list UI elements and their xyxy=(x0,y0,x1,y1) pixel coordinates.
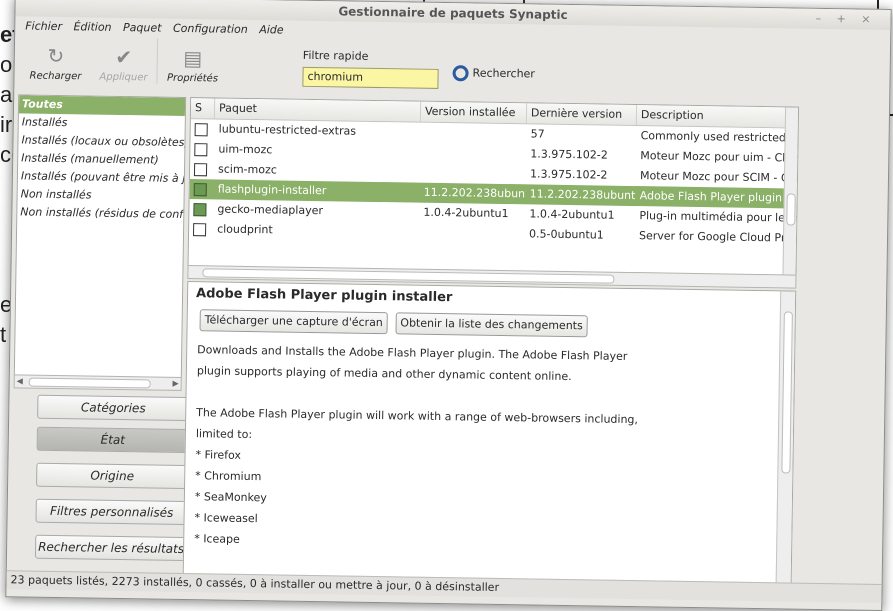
installed-version-cell xyxy=(420,163,526,185)
bg-text: t xyxy=(0,322,7,347)
package-status-checkbox[interactable] xyxy=(193,202,207,216)
description-cell: Server for Google Cloud Print xyxy=(638,229,797,245)
search-icon xyxy=(452,65,469,82)
properties-button[interactable]: ▤ Propriétés xyxy=(156,38,229,85)
status-cell xyxy=(190,139,214,159)
origin-button[interactable]: Origine xyxy=(36,462,189,490)
installed-version-cell: 11.2.202.238ubuntu xyxy=(423,185,526,201)
latest-version-cell: 57 xyxy=(530,127,545,141)
description-cell: Moteur Mozc pour SCIM - Client xyxy=(639,169,798,185)
filter-list-scrollbar[interactable]: ◀ ▶ xyxy=(13,374,182,391)
package-name-cell: cloudprint xyxy=(217,222,273,237)
scroll-left-icon[interactable]: ◀ xyxy=(17,375,23,387)
state-button[interactable]: État xyxy=(36,426,189,454)
package-status-checkbox[interactable] xyxy=(194,122,208,136)
search-label: Rechercher xyxy=(472,66,535,81)
description-cell: Adobe Flash Player plugin installer xyxy=(639,189,797,205)
status-cell xyxy=(190,159,214,179)
package-table-scrollbar[interactable] xyxy=(782,107,799,276)
installed-version-cell: 1.0.4-2ubuntu1 xyxy=(423,205,509,221)
quick-filter-label: Filtre rapide xyxy=(302,48,369,63)
installed-version-cell xyxy=(419,223,525,245)
get-changelog-button[interactable]: Obtenir la liste des changements xyxy=(395,312,588,338)
checkmark-icon: ✔ xyxy=(115,44,133,70)
description-cell: Commonly used restricted packages xyxy=(640,129,798,145)
description-cell: Plug-in multimédia pour les navigateurs xyxy=(639,209,796,225)
properties-icon: ▤ xyxy=(183,45,203,71)
latest-version-cell: 1.3.975.102-2 xyxy=(529,167,608,182)
package-status-checkbox[interactable] xyxy=(194,142,208,156)
status-cell xyxy=(190,179,214,199)
column-header-latest-version[interactable]: Dernière version xyxy=(526,103,638,126)
filter-list: Toutes Installés Installés (locaux ou ob… xyxy=(13,94,187,379)
reload-button[interactable]: ↻ Recharger xyxy=(20,36,91,83)
installed-version-cell xyxy=(420,143,526,165)
status-cell xyxy=(189,199,213,219)
search-results-button[interactable]: Rechercher les résultats xyxy=(34,534,188,562)
description-cell: Moteur Mozc pour uim - Client xyxy=(640,149,798,165)
installed-version-cell xyxy=(421,123,527,145)
package-status-checkbox[interactable] xyxy=(193,222,207,236)
status-cell xyxy=(191,119,215,139)
menu-configuration[interactable]: Configuration xyxy=(173,22,248,36)
get-screenshot-button[interactable]: Télécharger une capture d'écran xyxy=(199,309,389,335)
column-header-installed-version[interactable]: Version installée xyxy=(420,101,528,124)
column-header-description[interactable]: Description xyxy=(636,105,799,128)
package-status-checkbox[interactable] xyxy=(193,162,208,176)
details-title: Adobe Flash Player plugin installer xyxy=(195,286,453,306)
custom-filters-button[interactable]: Filtres personnalisés xyxy=(35,498,188,526)
quick-filter-input[interactable]: chromium xyxy=(302,66,439,89)
package-status-checkbox[interactable] xyxy=(193,182,207,196)
reload-label: Recharger xyxy=(29,70,82,83)
scrollbar-thumb[interactable] xyxy=(28,377,151,389)
column-header-status[interactable]: S xyxy=(190,98,216,119)
reload-icon: ↻ xyxy=(47,43,65,69)
categories-button[interactable]: Catégories xyxy=(37,394,190,422)
apply-button[interactable]: ✔ Appliquer xyxy=(88,37,159,84)
properties-label: Propriétés xyxy=(166,72,219,85)
latest-version-cell: 0.5-0ubuntu1 xyxy=(528,227,604,242)
package-details: Adobe Flash Player plugin installer Télé… xyxy=(182,281,797,593)
search-button[interactable]: Rechercher xyxy=(452,61,535,86)
details-description: Downloads and Installs the Adobe Flash P… xyxy=(194,339,794,558)
menu-aide[interactable]: Aide xyxy=(259,23,284,36)
latest-version-cell: 1.3.975.102-2 xyxy=(530,147,608,162)
scrollbar-thumb[interactable] xyxy=(781,311,793,474)
synaptic-window: Gestionnaire de paquets Synaptic – + × F… xyxy=(5,0,892,611)
window-controls[interactable]: – + × xyxy=(815,9,876,30)
menu-paquet[interactable]: Paquet xyxy=(123,21,162,35)
scrollbar-thumb[interactable] xyxy=(786,193,796,226)
column-header-package[interactable]: Paquet xyxy=(214,98,422,122)
latest-version-cell: 1.0.4-2ubuntu1 xyxy=(529,207,615,222)
package-table: S Paquet Version installée Dernière vers… xyxy=(187,97,800,277)
filter-item-residual-config[interactable]: Non installés (résidus de configuration) xyxy=(17,203,186,224)
latest-version-cell: 11.2.202.238ubuntu xyxy=(529,187,636,203)
apply-label: Appliquer xyxy=(99,71,148,84)
menu-edition[interactable]: Édition xyxy=(73,20,111,34)
menu-fichier[interactable]: Fichier xyxy=(25,19,62,33)
status-cell xyxy=(189,219,213,239)
scroll-right-icon[interactable]: ▶ xyxy=(172,378,178,390)
